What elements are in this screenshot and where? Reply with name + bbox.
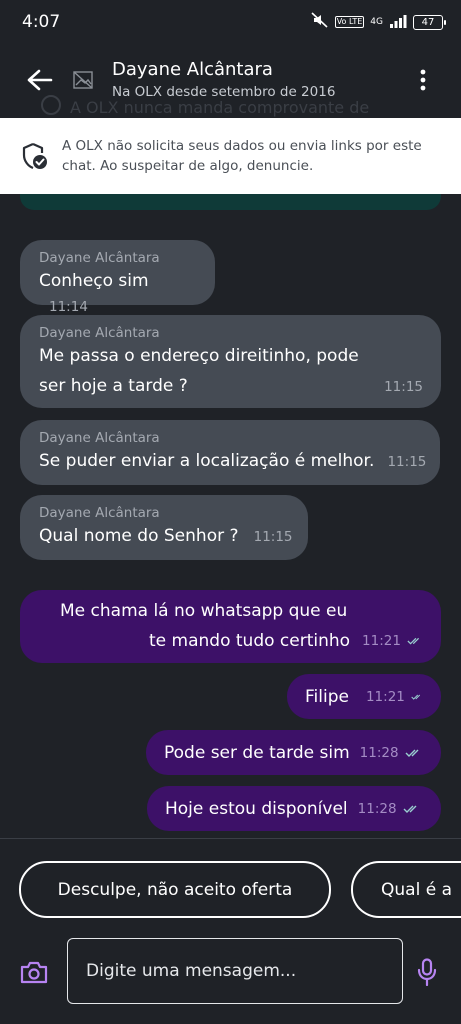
arrow-left-icon (27, 69, 53, 91)
message-time: 11:28 (359, 744, 399, 761)
message-text: Qual nome do Senhor ? (39, 526, 239, 546)
status-icons: Vo LTE 4G 47 (311, 12, 446, 32)
message-input[interactable] (67, 938, 403, 1004)
message-sender: Dayane Alcântara (39, 325, 160, 341)
message-text: Conheço sim (39, 271, 149, 291)
message-bubble-incoming[interactable]: Dayane Alcântara Conheço sim 11:14 (20, 240, 215, 315)
volte-badge: Vo LTE (334, 16, 365, 28)
message-composer (0, 938, 461, 1004)
camera-icon (20, 961, 48, 984)
message-bubble-incoming[interactable]: Dayane Alcântara Qual nome do Senhor ? 1… (20, 495, 308, 560)
contact-subtitle: Na OLX desde setembro de 2016 (112, 84, 336, 100)
message-time: 11:21 (365, 688, 405, 705)
message-sender: Dayane Alcântara (39, 505, 160, 521)
pinned-notice-strip (20, 194, 441, 210)
battery-icon: 47 (413, 14, 446, 30)
message-bubble-outgoing[interactable]: Pode ser de tarde sim 11:28 (146, 730, 441, 775)
image-placeholder-icon (73, 71, 93, 89)
message-text-line: ser hoje a tarde ? (39, 376, 188, 396)
message-time: 11:15 (253, 529, 293, 545)
message-sender: Dayane Alcântara (39, 250, 160, 266)
microphone-icon (417, 958, 437, 986)
security-warning-text: A OLX não solicita seus dados ou envia l… (62, 138, 422, 174)
read-checkmarks-icon (411, 694, 420, 700)
quick-reply-button[interactable]: Qual é a (351, 861, 461, 918)
message-time: 11:14 (49, 299, 88, 315)
security-warning-banner: A OLX não solicita seus dados ou envia l… (0, 118, 461, 194)
message-bubble-incoming[interactable]: Dayane Alcântara Se puder enviar a local… (20, 420, 440, 485)
message-time: 11:21 (362, 633, 401, 649)
message-text-line: Me passa o endereço direitinho, pode (39, 346, 359, 366)
message-sender: Dayane Alcântara (39, 430, 160, 446)
mute-icon (311, 12, 329, 32)
more-options-button[interactable] (403, 60, 443, 100)
read-checkmarks-icon (405, 749, 419, 757)
message-text: Pode ser de tarde sim (164, 742, 350, 763)
message-bubble-outgoing[interactable]: Filipe 11:21 (287, 674, 441, 719)
contact-info[interactable]: Dayane Alcântara Na OLX desde setembro d… (112, 58, 403, 102)
more-vertical-icon (420, 69, 426, 91)
message-text: Se puder enviar a localização é melhor. (39, 451, 375, 471)
composer-divider (0, 838, 461, 839)
network-type: 4G (370, 17, 383, 27)
signal-icon (389, 13, 407, 32)
camera-button[interactable] (18, 957, 50, 987)
status-bar: 4:07 Vo LTE 4G 47 (0, 0, 461, 44)
status-time: 4:07 (22, 12, 61, 32)
message-time: 11:15 (384, 379, 423, 395)
battery-level: 47 (421, 16, 435, 28)
shield-check-icon (22, 142, 47, 170)
message-text: Filipe (305, 686, 349, 707)
message-text-line: te mando tudo certinho (149, 631, 351, 651)
contact-name: Dayane Alcântara (112, 59, 273, 80)
quick-reply-button[interactable]: Desculpe, não aceito oferta (19, 861, 331, 918)
message-bubble-incoming[interactable]: Dayane Alcântara Me passa o endereço dir… (20, 315, 441, 408)
back-button[interactable] (20, 60, 60, 100)
read-checkmarks-icon (403, 805, 417, 813)
message-bubble-outgoing[interactable]: Hoje estou disponível 11:28 (147, 786, 441, 831)
message-bubble-outgoing[interactable]: Me chama lá no whatsapp que eu te mando … (20, 590, 441, 663)
read-checkmarks-icon (407, 637, 419, 645)
message-text-line: Me chama lá no whatsapp que eu (60, 601, 348, 621)
message-time: 11:15 (387, 454, 427, 470)
avatar[interactable] (70, 67, 96, 93)
message-text: Hoje estou disponível (165, 798, 348, 819)
microphone-button[interactable] (414, 957, 440, 987)
message-time: 11:28 (357, 800, 397, 817)
chat-header: Dayane Alcântara Na OLX desde setembro d… (0, 44, 461, 116)
